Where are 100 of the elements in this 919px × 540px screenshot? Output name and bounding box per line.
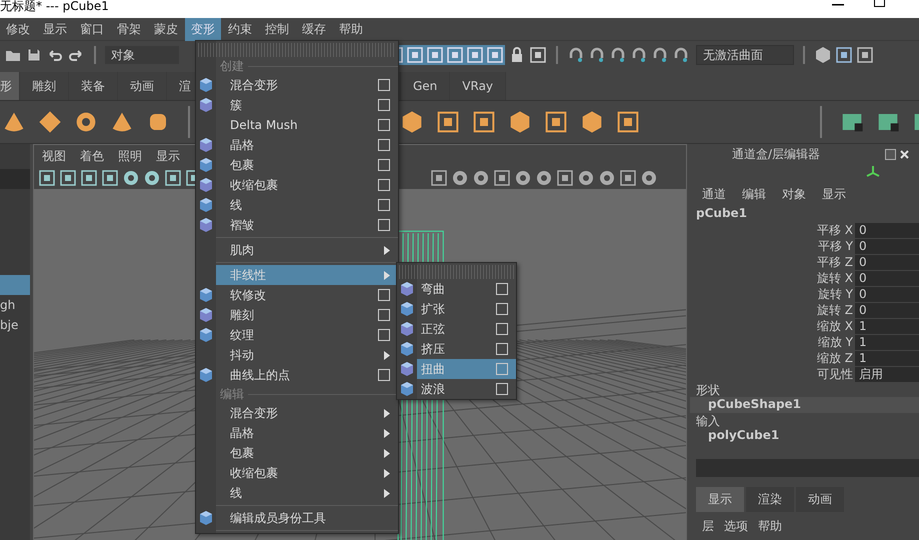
magnet-icon[interactable] xyxy=(567,46,585,64)
sphere-icon[interactable] xyxy=(535,169,553,187)
select-icon[interactable] xyxy=(529,46,547,64)
option-box[interactable] xyxy=(496,383,508,395)
sphere-icon[interactable] xyxy=(472,169,490,187)
attribute-value-field[interactable]: 0 xyxy=(855,270,919,286)
layer-tab[interactable]: 动画 xyxy=(796,487,844,512)
shelf-tab[interactable]: Gen xyxy=(401,72,450,100)
option-box[interactable] xyxy=(378,369,390,381)
cube-icon[interactable] xyxy=(580,110,604,134)
magnet-icon[interactable] xyxy=(588,46,606,64)
menu-bar-item[interactable]: 约束 xyxy=(222,18,258,40)
layer-tab[interactable]: 渲染 xyxy=(746,487,794,512)
menu-item[interactable]: 晶格 xyxy=(216,423,398,443)
option-box[interactable] xyxy=(496,343,508,355)
shelf-tab[interactable]: 装备 xyxy=(69,72,118,100)
menu-item[interactable]: 抖动 xyxy=(216,345,398,365)
layer-menu[interactable]: 层 xyxy=(702,518,714,535)
option-box[interactable] xyxy=(496,323,508,335)
option-box[interactable] xyxy=(378,199,390,211)
menu-item[interactable]: 线 xyxy=(216,195,398,215)
attribute-value-field[interactable]: 0 xyxy=(855,222,919,238)
magnet-icon[interactable] xyxy=(651,46,669,64)
menu-item[interactable]: 晶格 xyxy=(216,135,398,155)
shelf-tab[interactable]: 动画 xyxy=(118,72,167,100)
menu-item[interactable]: Delta Mush xyxy=(216,115,398,135)
layer-menu[interactable]: 选项 xyxy=(724,518,748,535)
node-name[interactable]: polyCube1 xyxy=(690,428,919,444)
square-icon[interactable] xyxy=(619,169,637,187)
attribute-value-field[interactable]: 0 xyxy=(855,254,919,270)
cube-icon[interactable] xyxy=(508,110,532,134)
sphere-icon[interactable] xyxy=(514,169,532,187)
layer-tab[interactable]: 显示 xyxy=(696,487,744,512)
live-surface-field[interactable]: 无激活曲面 xyxy=(696,44,794,64)
mask-icon[interactable] xyxy=(406,46,424,64)
square-icon[interactable] xyxy=(493,169,511,187)
sphere-icon[interactable] xyxy=(640,169,658,187)
attribute-value-field[interactable]: 1 xyxy=(855,350,919,366)
option-box[interactable] xyxy=(496,283,508,295)
option-box[interactable] xyxy=(378,99,390,111)
node-name[interactable]: pCubeShape1 xyxy=(690,397,919,413)
menu-item[interactable]: 扩张 xyxy=(417,299,516,319)
menu-item[interactable]: 纹理 xyxy=(216,325,398,345)
menu-item[interactable]: 雕刻 xyxy=(216,305,398,325)
viewport-menu[interactable]: 照明 xyxy=(118,148,142,164)
menu-item[interactable]: 簇 xyxy=(216,95,398,115)
magnet-icon[interactable] xyxy=(630,46,648,64)
mask-icon[interactable] xyxy=(466,46,484,64)
square-icon[interactable] xyxy=(430,169,448,187)
menu-item[interactable]: 褶皱 xyxy=(216,215,398,235)
square-icon[interactable] xyxy=(544,110,568,134)
option-box[interactable] xyxy=(378,159,390,171)
option-box[interactable] xyxy=(378,289,390,301)
menu-item[interactable]: 线 xyxy=(216,483,398,503)
menu-item[interactable]: 挤压 xyxy=(417,339,516,359)
shelf-tab[interactable]: 形 xyxy=(0,72,20,100)
menu-item[interactable]: 包裹 xyxy=(216,155,398,175)
channel-box-menu[interactable]: 编辑 xyxy=(742,186,766,204)
menu-item[interactable]: 弯曲 xyxy=(417,279,516,299)
menu-bar-item[interactable]: 窗口 xyxy=(74,18,110,40)
layer-menu[interactable]: 帮助 xyxy=(758,518,782,535)
attribute-value-field[interactable]: 0 xyxy=(855,286,919,302)
diamond-icon[interactable] xyxy=(38,110,62,134)
cube-icon[interactable] xyxy=(400,110,424,134)
attribute-value-field[interactable]: 0 xyxy=(855,302,919,318)
option-box[interactable] xyxy=(378,219,390,231)
menu-bar-item[interactable]: 骨架 xyxy=(111,18,147,40)
sphere-icon[interactable] xyxy=(577,169,595,187)
menu-bar-item[interactable]: 蒙皮 xyxy=(148,18,184,40)
attribute-value-field[interactable]: 1 xyxy=(855,318,919,334)
close-icon[interactable] xyxy=(899,148,910,160)
shelf-tab[interactable]: VRay xyxy=(450,72,506,100)
square-icon[interactable] xyxy=(164,169,182,187)
menu-bar-item[interactable]: 修改 xyxy=(0,18,36,40)
attribute-value-field[interactable]: 启用 xyxy=(855,366,919,382)
mask-icon[interactable] xyxy=(486,46,504,64)
mask-icon[interactable] xyxy=(446,46,464,64)
sphere-icon[interactable] xyxy=(451,169,469,187)
menu-item[interactable]: 软修改 xyxy=(216,285,398,305)
torus-icon[interactable] xyxy=(74,110,98,134)
menu-item[interactable]: 收缩包裹 xyxy=(216,175,398,195)
float-icon[interactable] xyxy=(885,148,896,160)
pyramid-icon[interactable] xyxy=(110,110,134,134)
menu-item[interactable]: 收缩包裹 xyxy=(216,463,398,483)
mode-dropdown[interactable]: 对象 xyxy=(105,46,179,64)
option-box[interactable] xyxy=(378,79,390,91)
menu-bar-item[interactable]: 显示 xyxy=(37,18,73,40)
menu-item[interactable]: 包裹 xyxy=(216,443,398,463)
option-box[interactable] xyxy=(378,139,390,151)
shelf-tab[interactable]: 雕刻 xyxy=(20,72,69,100)
cone-icon[interactable] xyxy=(2,110,26,134)
attribute-value-field[interactable]: 0 xyxy=(855,238,919,254)
sphere-icon[interactable] xyxy=(143,169,161,187)
magnet-icon[interactable] xyxy=(609,46,627,64)
cube-icon[interactable] xyxy=(814,46,832,64)
sphere-icon[interactable] xyxy=(122,169,140,187)
viewport-menu[interactable]: 显示 xyxy=(156,148,180,164)
option-box[interactable] xyxy=(378,119,390,131)
outliner-row[interactable]: gh xyxy=(0,295,30,315)
square-icon[interactable] xyxy=(556,169,574,187)
